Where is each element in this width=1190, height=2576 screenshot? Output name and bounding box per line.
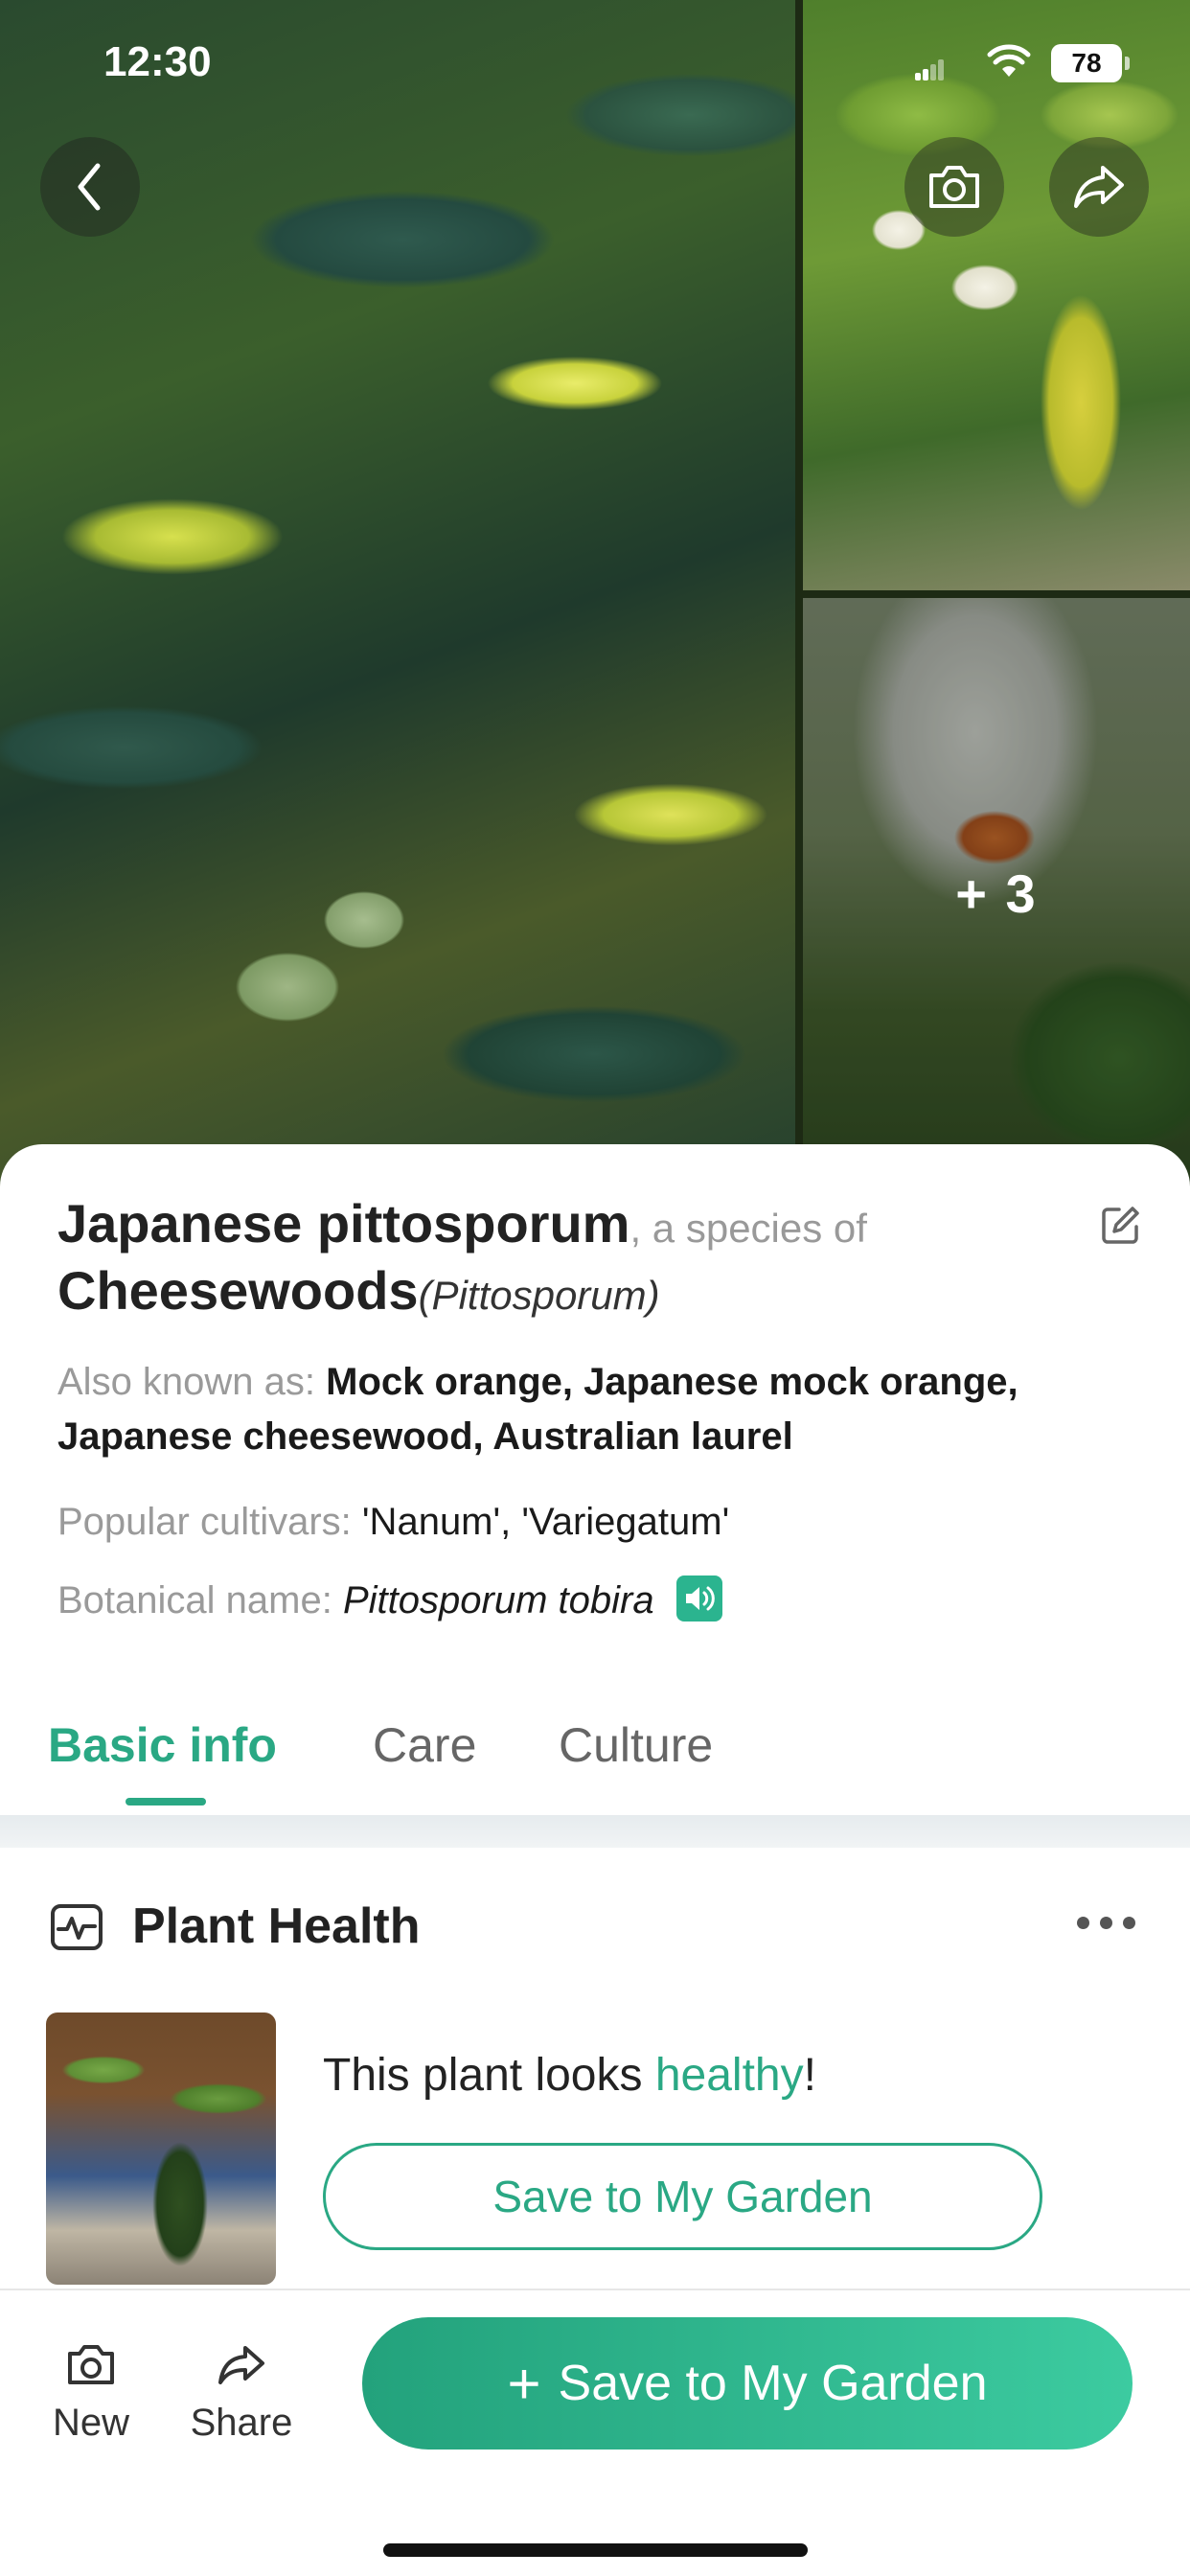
pulse-icon: [51, 1904, 103, 1950]
status-time: 12:30: [103, 38, 212, 85]
share-icon: [1074, 166, 1124, 208]
botanical-value: Pittosporum tobira: [342, 1579, 654, 1622]
genus-latin-name: (Pittosporum): [418, 1273, 660, 1318]
share-button[interactable]: Share: [184, 2338, 299, 2445]
edit-icon[interactable]: [1100, 1204, 1142, 1246]
camera-button[interactable]: [904, 137, 1004, 237]
tab-culture[interactable]: Culture: [559, 1717, 713, 1773]
share-label: Share: [190, 2402, 293, 2444]
share-icon: [218, 2346, 264, 2384]
plant-health-section: Plant Health This plant looks healthy! S…: [0, 1848, 1190, 2288]
camera-icon: [68, 2345, 114, 2384]
photo-gallery[interactable]: + 3: [0, 0, 1190, 1188]
botanical-label: Botanical name:: [57, 1579, 332, 1622]
share-top-button[interactable]: [1049, 137, 1149, 237]
genus-line: Cheesewoods(Pittosporum): [57, 1259, 660, 1322]
primary-button-label: Save to My Garden: [558, 2356, 988, 2411]
more-photos-count[interactable]: + 3: [803, 598, 1190, 1188]
plant-health-title: Plant Health: [132, 1898, 421, 1954]
new-button[interactable]: New: [34, 2338, 149, 2445]
tab-basic-info[interactable]: Basic info: [48, 1717, 277, 1773]
back-button[interactable]: [40, 137, 140, 237]
health-status-text: This plant looks healthy!: [323, 2049, 816, 2102]
health-status-word: healthy: [654, 2050, 804, 2101]
health-status-suffix: !: [803, 2050, 816, 2101]
home-indicator[interactable]: [383, 2543, 808, 2557]
cellular-signal-icon: [915, 58, 944, 80]
popular-cultivars: Popular cultivars: 'Nanum', 'Variegatum': [57, 1495, 1131, 1550]
bottom-action-bar: New Share + Save to My Garden: [0, 2288, 1190, 2576]
section-divider: [0, 1815, 1190, 1848]
plant-info-card: Japanese pittosporum, a species of Chees…: [0, 1144, 1190, 1815]
cultivars-value: 'Nanum', 'Variegatum': [361, 1501, 730, 1543]
plant-name-line: Japanese pittosporum, a species of: [57, 1192, 867, 1254]
pronunciation-speaker-icon[interactable]: [675, 1576, 722, 1622]
save-to-garden-outline-button[interactable]: Save to My Garden: [323, 2143, 1042, 2250]
cultivars-label: Popular cultivars:: [57, 1501, 352, 1543]
status-bar: 12:30 78: [0, 0, 1190, 125]
tab-care[interactable]: Care: [373, 1717, 476, 1773]
botanical-name: Botanical name: Pittosporum tobira: [57, 1574, 1131, 1628]
wifi-icon: [987, 44, 1031, 77]
camera-icon: [929, 166, 979, 208]
species-of-text: , a species of: [629, 1206, 867, 1251]
more-options-icon[interactable]: [1075, 1915, 1136, 1930]
health-plant-photo[interactable]: [46, 2012, 276, 2285]
new-label: New: [52, 2402, 130, 2444]
health-status-prefix: This plant looks: [323, 2050, 655, 2101]
info-tabs: Basic info Care Culture: [0, 1710, 1190, 1815]
also-known-as: Also known as: Mock orange, Japanese moc…: [57, 1355, 1131, 1464]
plant-common-name: Japanese pittosporum: [57, 1193, 630, 1254]
save-to-garden-primary-button[interactable]: + Save to My Garden: [362, 2317, 1133, 2450]
chevron-left-icon: [78, 163, 101, 211]
active-tab-indicator: [126, 1798, 206, 1806]
aka-label: Also known as:: [57, 1361, 316, 1403]
plus-icon: +: [507, 2351, 541, 2416]
genus-name-link[interactable]: Cheesewoods: [57, 1260, 419, 1321]
battery-icon: 78: [1051, 44, 1130, 82]
